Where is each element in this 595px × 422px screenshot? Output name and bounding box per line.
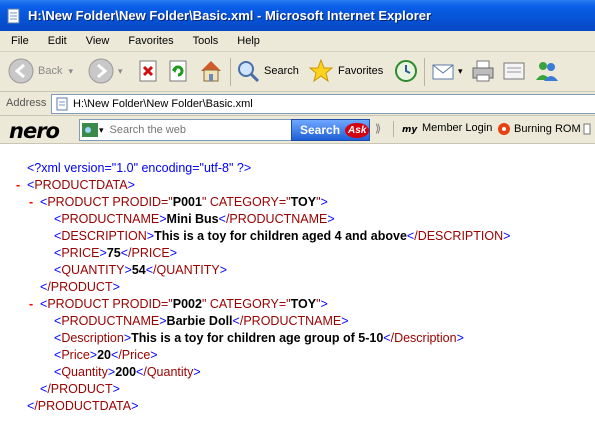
my-nero-icon: my [402, 125, 418, 134]
print-button[interactable] [470, 56, 496, 86]
search-label: Search [264, 65, 299, 77]
field-line: <PRODUCTNAME>Mini Bus</PRODUCTNAME> [54, 212, 335, 226]
edit-page-icon [503, 62, 525, 80]
edit-button[interactable] [501, 56, 527, 86]
collapse-toggle[interactable]: - [16, 178, 20, 192]
toolbar: Back ▾ ▾ Search Favorites ▾ [0, 52, 595, 92]
collapse-toggle[interactable]: - [29, 195, 33, 209]
title-bar: H:\New Folder\New Folder\Basic.xml - Mic… [0, 0, 595, 31]
field-line: <PRICE>75</PRICE> [54, 246, 178, 260]
ask-logo: Ask [345, 122, 370, 138]
refresh-button[interactable] [166, 56, 190, 86]
history-icon [395, 60, 417, 82]
favorites-label: Favorites [338, 65, 384, 77]
forward-button[interactable]: ▾ [88, 56, 123, 86]
search-button[interactable]: Search [236, 56, 299, 86]
document-icon [56, 97, 68, 111]
nero-separator [393, 121, 394, 137]
field-line: <DESCRIPTION>This is a toy for children … [54, 229, 511, 243]
favorites-button[interactable]: Favorites [308, 56, 383, 86]
search-engine-icon[interactable] [82, 123, 98, 137]
collapse-toggle[interactable]: - [29, 297, 33, 311]
menu-bar: File Edit View Favorites Tools Help [0, 31, 595, 52]
nero-search-label: Search [300, 123, 341, 137]
address-value: H:\New Folder\New Folder\Basic.xml [73, 98, 253, 110]
menu-view[interactable]: View [75, 35, 118, 47]
nero-toolbar: nero ▾ Search Ask ⟫ my Member Login Burn… [0, 116, 595, 144]
field-line: <QUANTITY>54</QUANTITY> [54, 263, 228, 277]
address-field[interactable]: H:\New Folder\New Folder\Basic.xml [51, 94, 595, 114]
field-line: <PRODUCTNAME>Barbie Doll</PRODUCTNAME> [54, 314, 349, 328]
printer-icon [472, 60, 494, 82]
burning-rom-icon [498, 123, 510, 135]
star-icon [308, 58, 334, 83]
document-icon [7, 8, 20, 23]
window-title: H:\New Folder\New Folder\Basic.xml - Mic… [28, 8, 432, 23]
nero-search-button[interactable]: Search Ask [291, 119, 370, 141]
root-close-tag: </PRODUCTDATA> [27, 399, 139, 413]
menu-file[interactable]: File [0, 35, 37, 47]
search-engine-dropdown-icon[interactable]: ▾ [99, 125, 104, 136]
menu-help[interactable]: Help [226, 35, 268, 47]
menu-edit[interactable]: Edit [37, 35, 75, 47]
magnifier-icon [238, 61, 260, 83]
messenger-button[interactable] [534, 56, 560, 86]
burning-rom-label: Burning ROM [514, 123, 581, 135]
home-icon [201, 61, 221, 82]
stop-icon [139, 60, 157, 82]
product-open-tag: <PRODUCT PRODID="P001" CATEGORY="TOY"> [40, 195, 328, 209]
nero-search-box: ▾ [79, 119, 292, 141]
address-bar: Address H:\New Folder\New Folder\Basic.x… [0, 92, 595, 116]
menu-favorites[interactable]: Favorites [117, 35, 181, 47]
product-open-tag: <PRODUCT PRODID="P002" CATEGORY="TOY"> [40, 297, 328, 311]
xml-declaration: <?xml version="1.0" encoding="utf-8" ?> [27, 161, 252, 175]
field-line: <Price>20</Price> [54, 348, 158, 362]
svg-text:my: my [402, 125, 418, 134]
nero-more-icon[interactable] [582, 122, 592, 136]
home-button[interactable] [198, 56, 224, 86]
back-label: Back [38, 65, 63, 77]
forward-arrow-icon [88, 58, 114, 84]
mail-button[interactable]: ▾ [430, 56, 463, 86]
mail-icon [432, 64, 454, 80]
back-dropdown-icon[interactable]: ▾ [68, 66, 73, 77]
toolbar-separator [424, 58, 425, 86]
history-button[interactable] [393, 56, 419, 86]
messenger-icon [536, 62, 558, 81]
burning-rom-link[interactable]: Burning ROM [497, 122, 581, 136]
nero-search-input[interactable] [107, 123, 282, 137]
toolbar-chevron-icon[interactable]: ⟫ [375, 122, 381, 135]
forward-dropdown-icon[interactable]: ▾ [118, 66, 123, 77]
field-line: <Quantity>200</Quantity> [54, 365, 201, 379]
product-close-tag: </PRODUCT> [40, 382, 120, 396]
mail-dropdown-icon[interactable]: ▾ [458, 66, 463, 77]
refresh-icon [169, 60, 187, 82]
address-label: Address [6, 97, 47, 109]
back-arrow-icon [8, 58, 34, 84]
nero-logo[interactable]: nero [9, 119, 60, 143]
menu-tools[interactable]: Tools [182, 35, 227, 47]
member-login-link[interactable]: my Member Login [402, 122, 492, 134]
field-line: <Description>This is a toy for children … [54, 331, 464, 345]
stop-button[interactable] [136, 56, 160, 86]
root-open-tag: <PRODUCTDATA> [27, 178, 135, 192]
xml-document-view: <?xml version="1.0" encoding="utf-8" ?> … [0, 144, 595, 422]
back-button[interactable]: Back ▾ [8, 56, 73, 86]
toolbar-separator [230, 58, 231, 86]
member-login-label: Member Login [422, 122, 493, 134]
product-close-tag: </PRODUCT> [40, 280, 120, 294]
